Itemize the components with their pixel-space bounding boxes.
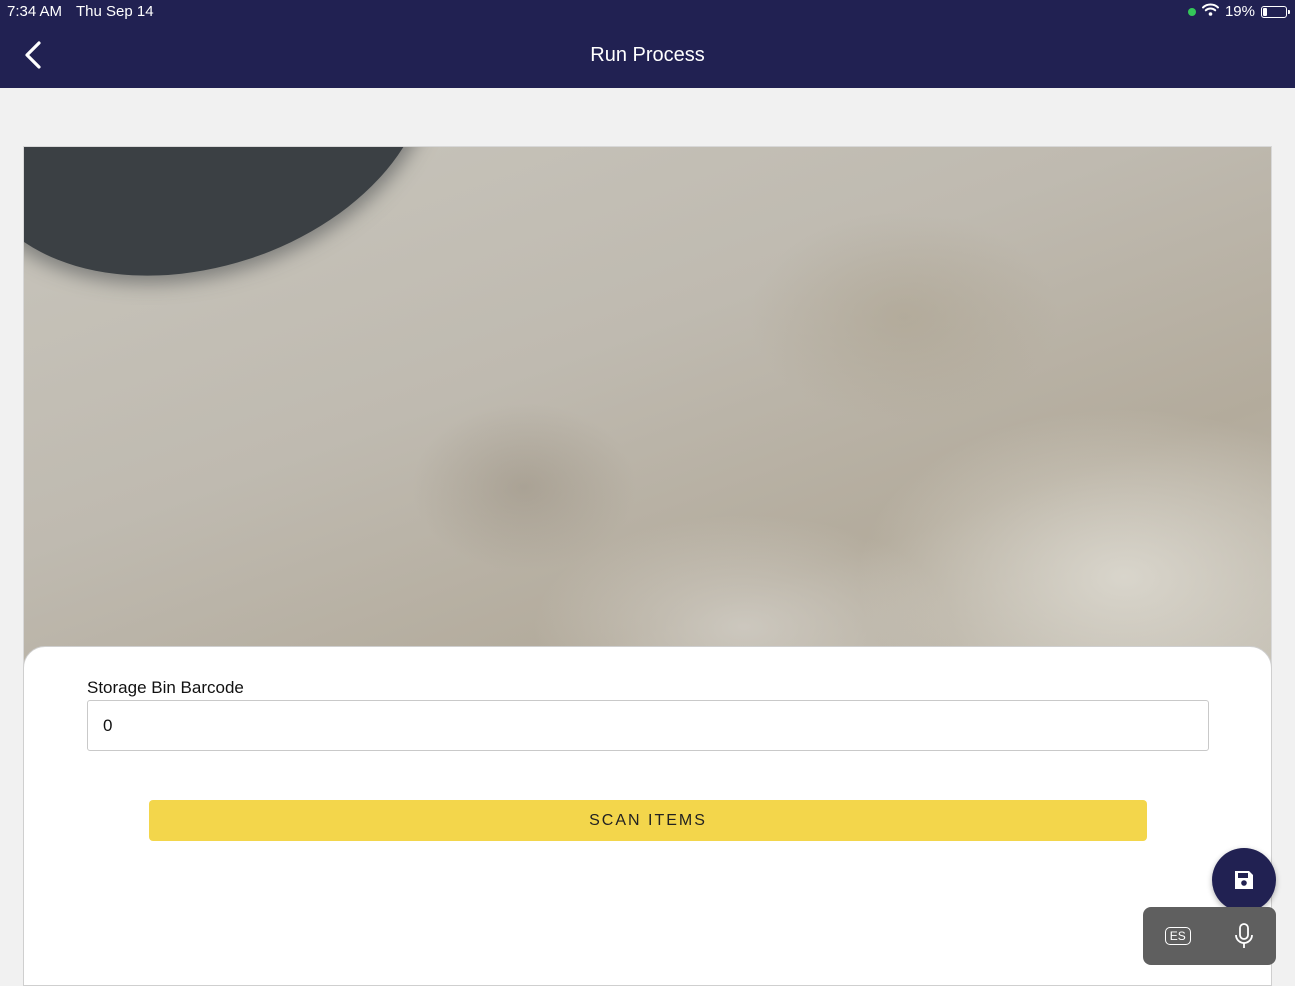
scan-items-button[interactable]: SCAN ITEMS [149,800,1147,841]
camera-preview [23,146,1272,706]
camera-in-use-dot-icon [1187,7,1196,16]
battery-icon [1261,5,1290,18]
scan-panel: Storage Bin Barcode SCAN ITEMS [23,646,1272,986]
battery-level [1263,7,1267,16]
voice-input-bar: ES [1143,907,1276,965]
save-button[interactable] [1212,848,1276,912]
wifi-icon [1201,3,1219,20]
storage-bin-barcode-input[interactable] [87,700,1209,751]
save-icon [1235,871,1253,889]
status-indicators: 19% [1187,3,1290,20]
page-title: Run Process [590,44,705,66]
language-key[interactable]: ES [1164,927,1191,945]
storage-bin-label: Storage Bin Barcode [87,678,244,697]
battery-percent: 19% [1224,3,1255,20]
microphone-button[interactable] [1234,923,1254,949]
navigation-bar: 7:34 AM Thu Sep 14 19% Run Process [0,0,1295,88]
status-date: Thu Sep 14 [76,3,154,20]
microphone-icon [1235,923,1254,948]
status-time: 7:34 AM [7,3,63,20]
camera-preview-shadow [24,147,472,332]
